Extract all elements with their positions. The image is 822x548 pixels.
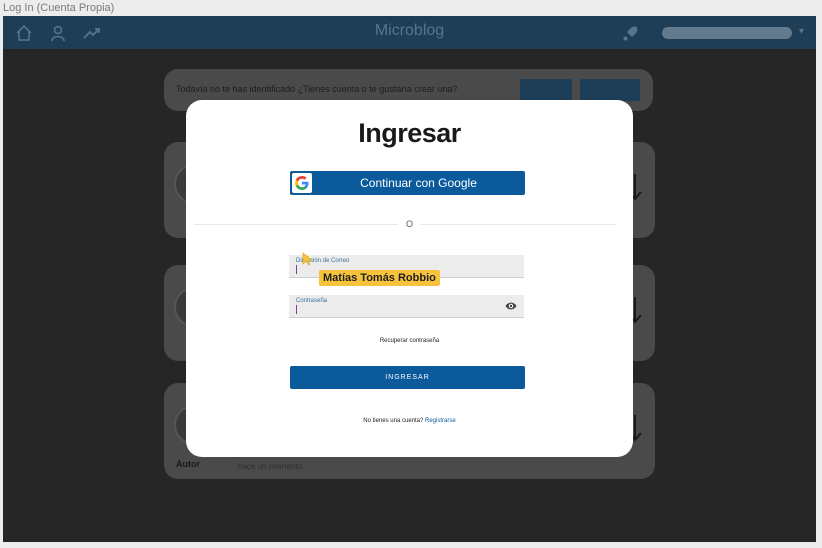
password-field-label: Contraseña — [296, 298, 328, 304]
login-submit-button[interactable]: INGRESAR — [290, 366, 525, 389]
google-icon — [292, 173, 312, 193]
register-prompt: No tienes una cuenta? Registrarse — [186, 418, 633, 424]
register-link[interactable]: Registrarse — [425, 418, 456, 424]
google-signin-button[interactable]: Continuar con Google — [290, 171, 525, 195]
chevron-down-icon[interactable]: ▾ — [799, 26, 804, 37]
card-author: Autor — [176, 459, 200, 469]
window-title: Log In (Cuenta Propia) — [3, 2, 115, 14]
search-input[interactable] — [662, 27, 792, 39]
modal-title: Ingresar — [358, 118, 461, 148]
cursor-name-tag: Matías Tomás Robbio — [319, 270, 440, 286]
eye-icon[interactable] — [505, 301, 517, 311]
rocket-icon[interactable] — [622, 24, 640, 42]
top-navbar: Microblog ▾ — [3, 16, 816, 49]
card-date: hace un momento — [238, 462, 303, 471]
text-caret — [296, 265, 297, 274]
banner-login-button[interactable] — [520, 79, 572, 101]
banner-register-button[interactable] — [580, 79, 640, 101]
mouse-pointer-icon — [302, 252, 313, 266]
text-caret — [296, 305, 297, 314]
password-field[interactable]: Contraseña — [289, 295, 524, 318]
register-prompt-text: No tienes una cuenta? — [363, 418, 424, 424]
submit-button-label: INGRESAR — [385, 374, 430, 381]
banner-text: Todavía no te has identificado ¿Tienes c… — [176, 84, 458, 94]
recover-password-link[interactable]: Recuperar contraseña — [186, 338, 633, 344]
divider-or-text: O — [405, 219, 413, 229]
google-button-label: Continuar con Google — [360, 176, 477, 190]
